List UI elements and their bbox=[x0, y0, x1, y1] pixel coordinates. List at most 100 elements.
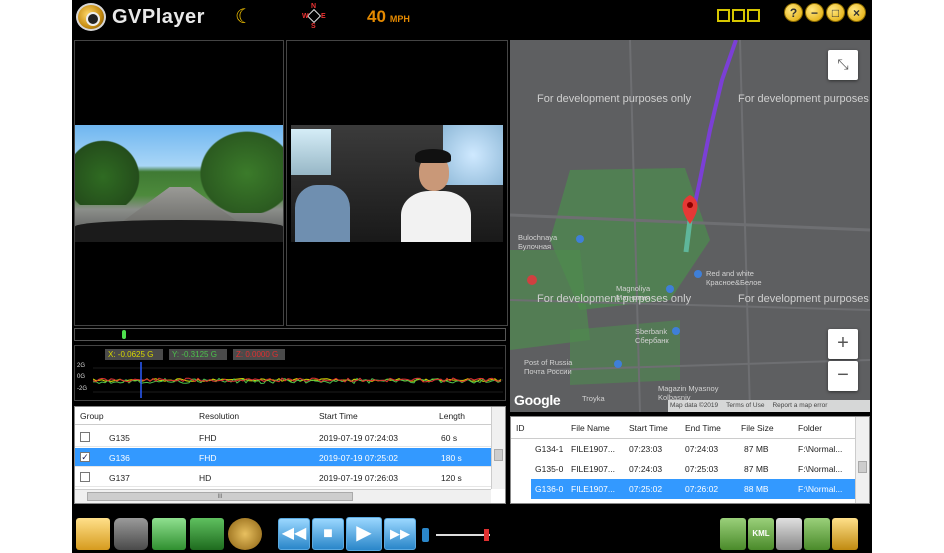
group-cell-group: G137 bbox=[109, 473, 130, 483]
layout-single-icon[interactable] bbox=[717, 9, 730, 22]
gsensor-y-value: Y: -0.3125 G bbox=[169, 349, 227, 360]
file-col-folder[interactable]: Folder bbox=[798, 423, 822, 433]
file-col-end[interactable]: End Time bbox=[685, 423, 721, 433]
compass-west: W bbox=[302, 13, 309, 20]
cabin-passenger bbox=[295, 185, 350, 242]
map-label-magnoliya-en: Magnoliya bbox=[616, 284, 651, 293]
minimize-button[interactable]: − bbox=[805, 3, 824, 22]
file-cell-start: 07:23:03 bbox=[629, 444, 663, 454]
front-car-hood bbox=[75, 220, 283, 242]
night-mode-icon[interactable]: ☾ bbox=[235, 6, 257, 28]
group-col-length[interactable]: Length bbox=[439, 411, 465, 421]
group-col-group[interactable]: Group bbox=[80, 411, 104, 421]
group-hscroll-thumb[interactable]: III bbox=[87, 492, 353, 501]
settings-gear-icon[interactable] bbox=[228, 518, 262, 550]
file-cell-end: 07:24:03 bbox=[685, 444, 719, 454]
help-button[interactable]: ? bbox=[784, 3, 803, 22]
group-row-g135[interactable]: G135 FHD 2019-07-19 07:24:03 60 s bbox=[75, 428, 491, 447]
app-logo-icon bbox=[76, 3, 106, 31]
map-terms-link[interactable]: Terms of Use bbox=[726, 402, 764, 409]
volume-slider[interactable] bbox=[436, 534, 490, 536]
map-route-traveled bbox=[692, 40, 738, 209]
file-cell-id: G136-0 bbox=[535, 484, 564, 494]
layout-quad-icon[interactable] bbox=[747, 9, 760, 22]
group-table-horizontal-scrollbar[interactable]: III bbox=[75, 489, 491, 503]
file-cell-start: 07:24:03 bbox=[629, 464, 663, 474]
file-cell-size: 87 MB bbox=[744, 444, 769, 454]
map-panel[interactable]: For development purposes only For develo… bbox=[510, 40, 870, 412]
layout-dual-icon[interactable] bbox=[732, 9, 745, 22]
file-cell-size: 88 MB bbox=[744, 484, 769, 494]
map-watermark-2: For development purposes only bbox=[738, 93, 870, 105]
group-cell-start: 2019-07-19 07:26:03 bbox=[319, 473, 398, 483]
map-label-bulochnaya-en: Bulochnaya bbox=[518, 233, 558, 242]
file-table-vertical-scrollbar[interactable] bbox=[855, 417, 869, 503]
driver-cap bbox=[415, 149, 451, 163]
close-button[interactable]: × bbox=[847, 3, 866, 22]
group-cell-start: 2019-07-19 07:24:03 bbox=[319, 433, 398, 443]
file-vscroll-thumb[interactable] bbox=[858, 461, 867, 473]
gsensor-graph[interactable] bbox=[93, 362, 503, 398]
map-zoom-out-button[interactable]: − bbox=[828, 361, 858, 391]
front-camera-view[interactable] bbox=[74, 40, 284, 326]
lock-icon[interactable] bbox=[832, 518, 858, 550]
bottom-toolbar: ◀◀ ■ ▶ ▶▶ KML bbox=[72, 514, 872, 553]
download-icon[interactable] bbox=[804, 518, 830, 550]
cabin-rear-window bbox=[291, 129, 331, 175]
file-cell-id: G134-1 bbox=[535, 444, 564, 454]
cabin-camera-view[interactable] bbox=[286, 40, 508, 326]
stop-button[interactable]: ■ bbox=[312, 518, 344, 550]
file-row-g135-0[interactable]: G135-0 FILE1907... 07:24:03 07:25:03 87 … bbox=[511, 459, 855, 479]
group-row-g137[interactable]: G137 HD 2019-07-19 07:26:03 120 s bbox=[75, 468, 491, 487]
gsensor-z-value: Z: 0.0000 G bbox=[233, 349, 285, 360]
map-report-link[interactable]: Report a map error bbox=[772, 402, 827, 409]
delete-trash-icon[interactable] bbox=[190, 518, 224, 550]
volume-icon[interactable] bbox=[422, 528, 429, 542]
file-col-name[interactable]: File Name bbox=[571, 423, 610, 433]
group-col-start-time[interactable]: Start Time bbox=[319, 411, 358, 421]
play-button[interactable]: ▶ bbox=[346, 517, 382, 551]
group-col-resolution[interactable]: Resolution bbox=[199, 411, 239, 421]
group-row-checkbox[interactable] bbox=[80, 472, 90, 482]
group-vscroll-thumb[interactable] bbox=[494, 449, 503, 461]
map-view-icon[interactable] bbox=[720, 518, 746, 550]
map-zoom-in-button[interactable]: + bbox=[828, 329, 858, 359]
fast-forward-button[interactable]: ▶▶ bbox=[384, 518, 416, 550]
file-row-g134-1[interactable]: G134-1 FILE1907... 07:23:03 07:24:03 87 … bbox=[511, 439, 855, 459]
map-poi-magnoliya-icon bbox=[666, 285, 674, 293]
map-pin-dot bbox=[687, 202, 693, 208]
export-video-icon[interactable] bbox=[152, 518, 186, 550]
file-col-start[interactable]: Start Time bbox=[629, 423, 668, 433]
group-row-checkbox[interactable] bbox=[80, 432, 90, 442]
open-folder-icon[interactable] bbox=[76, 518, 110, 550]
map-watermark-4: For development purposes only bbox=[738, 293, 870, 305]
group-cell-group: G136 bbox=[109, 453, 130, 463]
gsensor-axis-mid: 0G bbox=[77, 374, 86, 380]
timeline-position-marker[interactable] bbox=[122, 330, 126, 339]
group-table-vertical-scrollbar[interactable] bbox=[491, 407, 505, 489]
group-row-g136[interactable]: ✓ G136 FHD 2019-07-19 07:25:02 180 s bbox=[75, 448, 491, 467]
driver-shirt bbox=[401, 191, 471, 242]
snapshot-camera-icon[interactable] bbox=[114, 518, 148, 550]
compass-south: S bbox=[311, 23, 316, 30]
maximize-button[interactable]: □ bbox=[826, 3, 845, 22]
kml-export-button[interactable]: KML bbox=[748, 518, 774, 550]
file-cell-size: 87 MB bbox=[744, 464, 769, 474]
file-cell-name: FILE1907... bbox=[571, 464, 615, 474]
volume-slider-handle[interactable] bbox=[484, 529, 489, 541]
map-label-bulochnaya-ru: Булочная bbox=[518, 242, 552, 251]
route-map-icon[interactable] bbox=[776, 518, 802, 550]
map-poi-red-icon bbox=[527, 275, 537, 285]
file-table-header: ID File Name Start Time End Time File Si… bbox=[511, 417, 855, 439]
rewind-button[interactable]: ◀◀ bbox=[278, 518, 310, 550]
map-fullscreen-button[interactable]: ⤡ bbox=[828, 50, 858, 80]
map-label-sberbank: Sberbank Сбербанк bbox=[635, 327, 669, 345]
gsensor-x-value: X: -0.0625 G bbox=[105, 349, 163, 360]
file-col-id[interactable]: ID bbox=[516, 423, 525, 433]
group-row-checkbox[interactable]: ✓ bbox=[80, 452, 90, 462]
map-label-sberbank-ru: Сбербанк bbox=[635, 336, 669, 345]
file-col-size[interactable]: File Size bbox=[741, 423, 774, 433]
file-row-g136-0[interactable]: G136-0 FILE1907... 07:25:02 07:26:02 88 … bbox=[511, 479, 855, 499]
playback-timeline[interactable] bbox=[74, 328, 506, 341]
group-table: Group Resolution Start Time Length G135 … bbox=[74, 406, 506, 504]
